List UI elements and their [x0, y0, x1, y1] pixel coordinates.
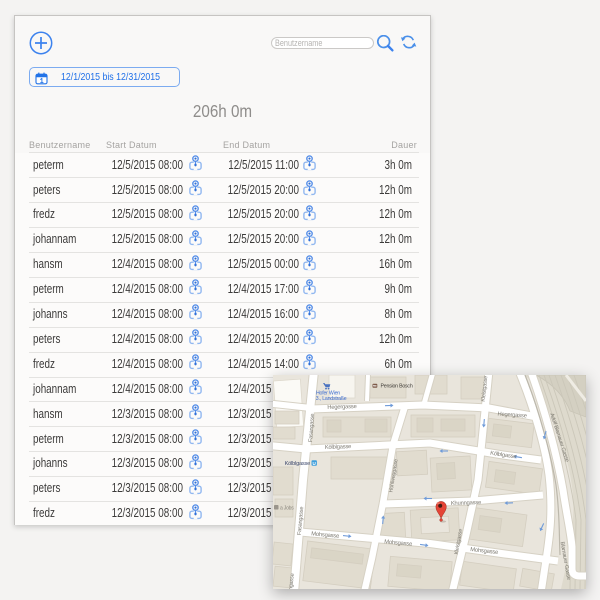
svg-text:Pension Bosch: Pension Bosch: [381, 384, 413, 390]
svg-text:3., Landstraße: 3., Landstraße: [316, 396, 347, 402]
svg-text:Kölblgasse: Kölblgasse: [325, 444, 352, 451]
svg-text:Hegergasse: Hegergasse: [327, 404, 356, 411]
svg-text:Kölblgasse: Kölblgasse: [285, 461, 310, 467]
svg-text:a Jobs: a Jobs: [280, 505, 294, 511]
svg-text:Khunngasse: Khunngasse: [451, 500, 481, 507]
